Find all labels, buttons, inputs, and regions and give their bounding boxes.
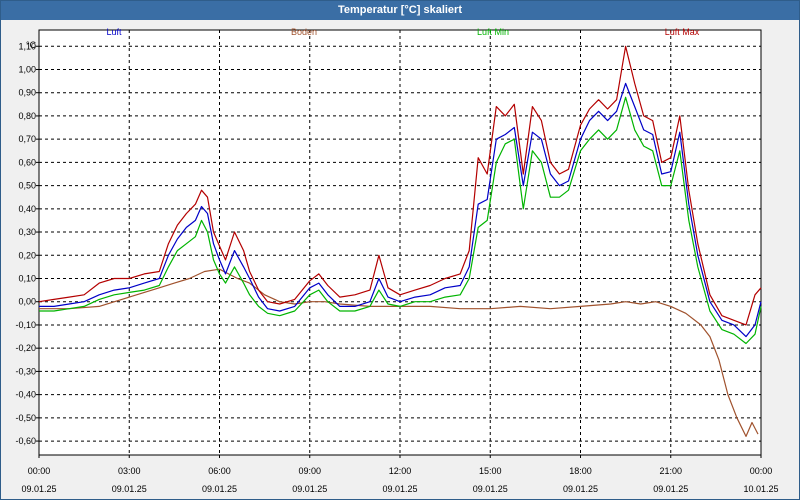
y-tick-label: 0,40 xyxy=(18,204,36,214)
x-tick-date-label: 09.01.25 xyxy=(202,484,237,494)
y-tick-label: 0,60 xyxy=(18,157,36,167)
y-tick-label: 0,80 xyxy=(18,111,36,121)
x-tick-date-label: 09.01.25 xyxy=(21,484,56,494)
y-tick-label: 0,00 xyxy=(18,297,36,307)
y-tick-label: -0,60 xyxy=(15,436,36,446)
x-tick-time-label: 12:00 xyxy=(389,466,412,476)
x-tick-time-label: 09:00 xyxy=(298,466,321,476)
x-tick-date-label: 09.01.25 xyxy=(292,484,327,494)
x-tick-time-label: 00:00 xyxy=(28,466,51,476)
y-tick-label: 0,70 xyxy=(18,134,36,144)
y-tick-label: 1,10 xyxy=(18,41,36,51)
window-title: Temperatur [°C] skaliert xyxy=(1,1,799,20)
y-tick-label: -0,40 xyxy=(15,390,36,400)
legend-entry-boden: Boden xyxy=(291,27,317,37)
x-tick-time-label: 15:00 xyxy=(479,466,502,476)
y-tick-label: 0,30 xyxy=(18,227,36,237)
x-tick-date-label: 09.01.25 xyxy=(563,484,598,494)
x-tick-time-label: 00:00 xyxy=(750,466,773,476)
x-tick-date-label: 09.01.25 xyxy=(382,484,417,494)
y-tick-label: 0,10 xyxy=(18,273,36,283)
y-tick-label: 0,90 xyxy=(18,88,36,98)
y-axis-ticks: 1,10 1,00 0,90 0,80 0,70 0,60 0,50 0,40 0,30 0,20… xyxy=(15,41,39,446)
y-tick-label: -0,30 xyxy=(15,366,36,376)
chart-area: °C 1,10 1,00 0,90 0,80 0,70 0,60 0,50 0,40 0,30 0… xyxy=(1,20,799,499)
temperature-chart: °C 1,101,000,900,800,700,600,500,400,300… xyxy=(15,27,779,494)
x-tick-date-label: 10.01.25 xyxy=(743,484,778,494)
x-tick-time-label: 21:00 xyxy=(659,466,682,476)
x-axis-ticks: 00:00 09.01.25 03:00 09.01.25 06:00 09.01.25 0… xyxy=(21,455,779,494)
y-tick-label: -0,10 xyxy=(15,320,36,330)
x-tick-date-label: 09.01.25 xyxy=(653,484,688,494)
legend-entry-luft: Luft xyxy=(106,27,122,37)
y-tick-label: -0,50 xyxy=(15,413,36,423)
x-tick-time-label: 06:00 xyxy=(208,466,231,476)
y-tick-label: -0,20 xyxy=(15,343,36,353)
x-tick-time-label: 03:00 xyxy=(118,466,141,476)
y-tick-label: 0,50 xyxy=(18,181,36,191)
x-tick-date-label: 09.01.25 xyxy=(473,484,508,494)
y-tick-label: 1,00 xyxy=(18,64,36,74)
legend-entry-luft-max: Luft Max xyxy=(665,27,700,37)
x-tick-date-label: 09.01.25 xyxy=(112,484,147,494)
chart-window: Temperatur [°C] skaliert °C 1,10 1,00 0,90… xyxy=(0,0,800,500)
legend-entry-luft-min: Luft Min xyxy=(477,27,509,37)
y-tick-label: 0,20 xyxy=(18,250,36,260)
x-tick-time-label: 18:00 xyxy=(569,466,592,476)
